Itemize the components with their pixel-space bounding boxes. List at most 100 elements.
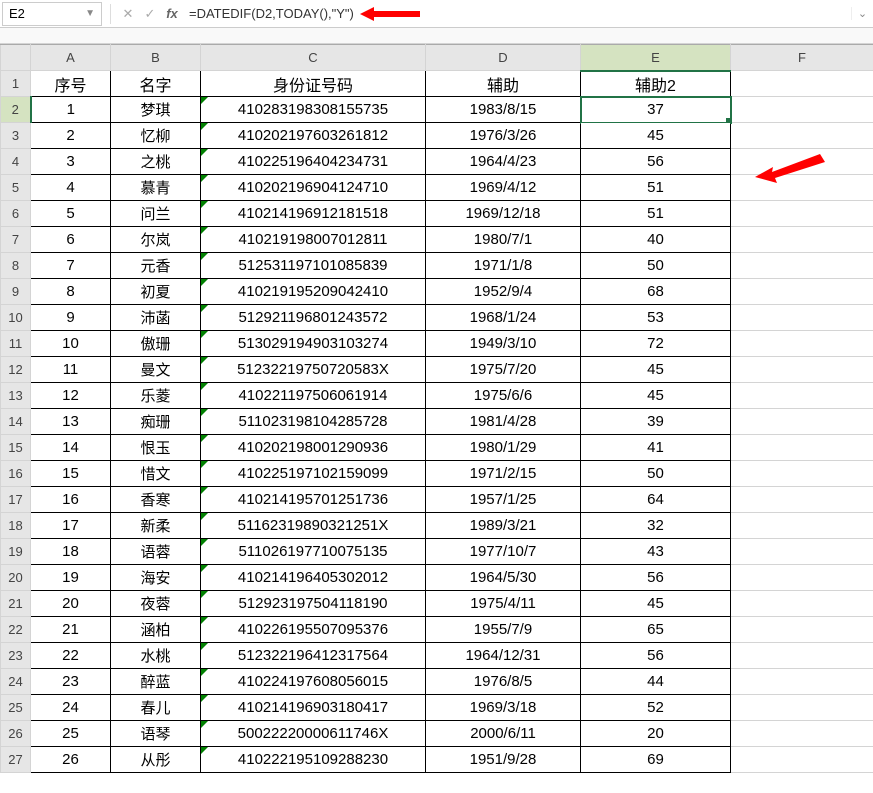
cell[interactable]: 4	[31, 175, 111, 201]
cell[interactable]: 410225197102159099	[201, 461, 426, 487]
cell[interactable]: 410214196903180417	[201, 695, 426, 721]
row-header[interactable]: 5	[1, 175, 31, 201]
cell[interactable]: 语蓉	[111, 539, 201, 565]
col-header-e[interactable]: E	[581, 45, 731, 71]
cell[interactable]: 26	[31, 747, 111, 773]
cell[interactable]: 新柔	[111, 513, 201, 539]
cell[interactable]: 15	[31, 461, 111, 487]
cell[interactable]: 512322196412317564	[201, 643, 426, 669]
cell[interactable]: 序号	[31, 71, 111, 97]
row-header[interactable]: 2	[1, 97, 31, 123]
cell[interactable]: 1969/4/12	[426, 175, 581, 201]
row-header[interactable]: 9	[1, 279, 31, 305]
select-all-corner[interactable]	[1, 45, 31, 71]
cell[interactable]	[731, 227, 873, 253]
cell[interactable]: 2	[31, 123, 111, 149]
row-header[interactable]: 12	[1, 357, 31, 383]
cell[interactable]	[731, 383, 873, 409]
cell[interactable]	[731, 175, 873, 201]
cell[interactable]: 尔岚	[111, 227, 201, 253]
cell[interactable]: 1964/4/23	[426, 149, 581, 175]
cell[interactable]: 初夏	[111, 279, 201, 305]
cell[interactable]	[731, 331, 873, 357]
cell[interactable]: 45	[581, 123, 731, 149]
cell[interactable]: 3	[31, 149, 111, 175]
cell[interactable]: 13	[31, 409, 111, 435]
cell[interactable]	[731, 409, 873, 435]
cell[interactable]: 50	[581, 461, 731, 487]
cell[interactable]	[731, 487, 873, 513]
cell[interactable]: 410283198308155735	[201, 97, 426, 123]
cell[interactable]: 41	[581, 435, 731, 461]
cell[interactable]: 2000/6/11	[426, 721, 581, 747]
formula-input[interactable]: =DATEDIF(D2,TODAY(),"Y")	[183, 6, 851, 22]
cell[interactable]: 1964/12/31	[426, 643, 581, 669]
row-header[interactable]: 27	[1, 747, 31, 773]
cell[interactable]	[731, 617, 873, 643]
cell[interactable]: 410219195209042410	[201, 279, 426, 305]
cell[interactable]: 18	[31, 539, 111, 565]
cell[interactable]: 1952/9/4	[426, 279, 581, 305]
cell[interactable]: 50022220000611746X	[201, 721, 426, 747]
cell[interactable]: 1983/8/15	[426, 97, 581, 123]
cell[interactable]: 辅助	[426, 71, 581, 97]
cell[interactable]: 21	[31, 617, 111, 643]
cell[interactable]: 10	[31, 331, 111, 357]
cell[interactable]: 52	[581, 695, 731, 721]
cell[interactable]: 5	[31, 201, 111, 227]
cell[interactable]: 1971/1/8	[426, 253, 581, 279]
row-header[interactable]: 26	[1, 721, 31, 747]
cell[interactable]: 32	[581, 513, 731, 539]
cell[interactable]: 40	[581, 227, 731, 253]
cell[interactable]: 23	[31, 669, 111, 695]
cell[interactable]: 1976/3/26	[426, 123, 581, 149]
cell[interactable]: 410225196404234731	[201, 149, 426, 175]
cell[interactable]: 51	[581, 175, 731, 201]
cell[interactable]: 1957/1/25	[426, 487, 581, 513]
cell[interactable]	[731, 123, 873, 149]
cell[interactable]	[731, 305, 873, 331]
cell[interactable]	[731, 695, 873, 721]
cell[interactable]: 56	[581, 149, 731, 175]
cell[interactable]: 65	[581, 617, 731, 643]
cell[interactable]: 37	[581, 97, 731, 123]
cell[interactable]: 410214196405302012	[201, 565, 426, 591]
cell[interactable]: 名字	[111, 71, 201, 97]
cell[interactable]: 51162319890321251X	[201, 513, 426, 539]
row-header[interactable]: 1	[1, 71, 31, 97]
cell[interactable]: 45	[581, 591, 731, 617]
cell[interactable]	[731, 279, 873, 305]
cell[interactable]: 1989/3/21	[426, 513, 581, 539]
cell[interactable]: 7	[31, 253, 111, 279]
cell[interactable]: 醉蓝	[111, 669, 201, 695]
col-header-b[interactable]: B	[111, 45, 201, 71]
cell[interactable]: 慕青	[111, 175, 201, 201]
name-box[interactable]: E2 ▼	[2, 2, 102, 26]
cell[interactable]: 511026197710075135	[201, 539, 426, 565]
cell[interactable]: 9	[31, 305, 111, 331]
cell[interactable]: 1949/3/10	[426, 331, 581, 357]
row-header[interactable]: 19	[1, 539, 31, 565]
cell[interactable]: 惜文	[111, 461, 201, 487]
cell[interactable]: 45	[581, 383, 731, 409]
cell[interactable]: 香寒	[111, 487, 201, 513]
cell[interactable]: 1975/6/6	[426, 383, 581, 409]
cell[interactable]: 25	[31, 721, 111, 747]
cell[interactable]: 14	[31, 435, 111, 461]
cell[interactable]: 1976/8/5	[426, 669, 581, 695]
cell[interactable]: 69	[581, 747, 731, 773]
col-header-d[interactable]: D	[426, 45, 581, 71]
cell[interactable]: 410214195701251736	[201, 487, 426, 513]
cell[interactable]: 24	[31, 695, 111, 721]
cell[interactable]	[731, 435, 873, 461]
cell[interactable]: 410224197608056015	[201, 669, 426, 695]
cell[interactable]: 1977/10/7	[426, 539, 581, 565]
cell[interactable]: 20	[31, 591, 111, 617]
col-header-c[interactable]: C	[201, 45, 426, 71]
col-header-a[interactable]: A	[31, 45, 111, 71]
row-header[interactable]: 11	[1, 331, 31, 357]
cell[interactable]: 45	[581, 357, 731, 383]
cell[interactable]	[731, 253, 873, 279]
cell[interactable]: 涵柏	[111, 617, 201, 643]
cell[interactable]: 春儿	[111, 695, 201, 721]
